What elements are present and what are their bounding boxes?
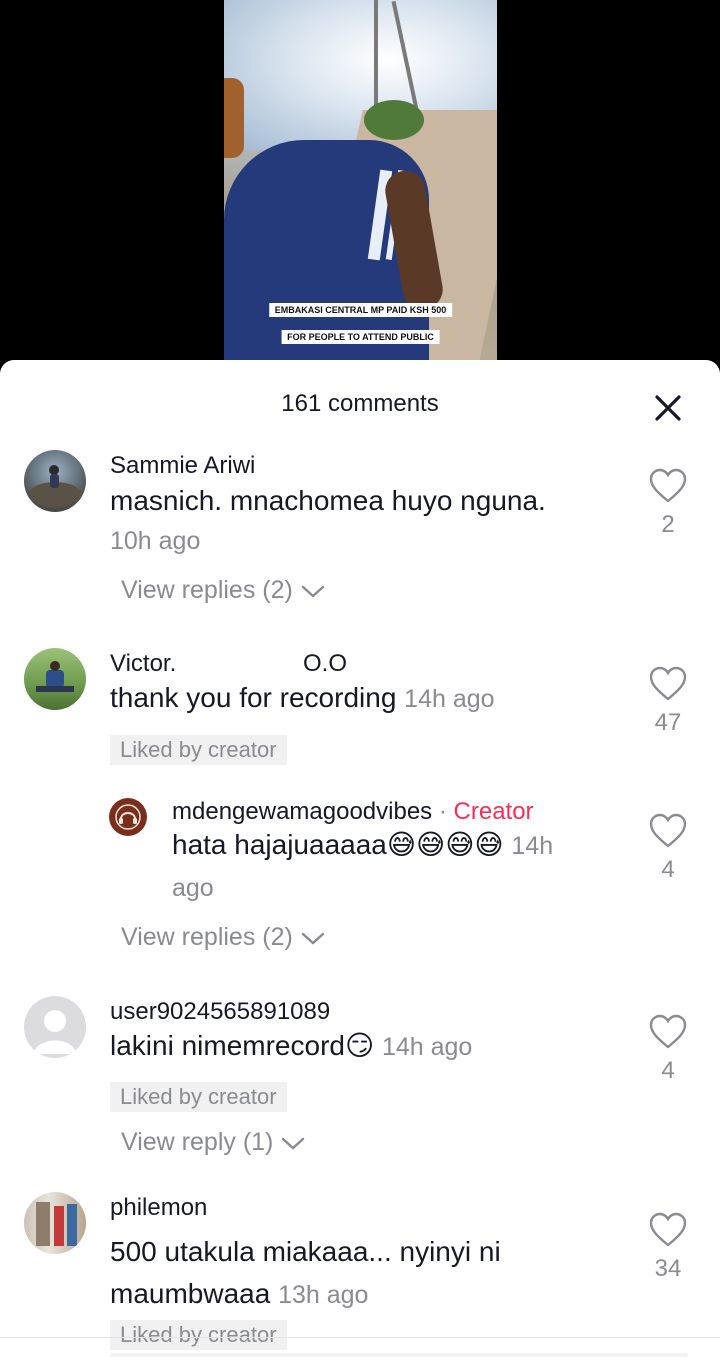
video-player[interactable]: EMBAKASI CENTRAL MP PAID KSH 500 FOR PEO… — [0, 0, 720, 380]
like-button[interactable]: 4 — [648, 1014, 688, 1085]
comment-text-line: lakini nimemrecord😏 14h ago — [110, 1025, 472, 1068]
reply-avatar[interactable] — [109, 798, 147, 836]
view-replies-button[interactable]: View replies (2) — [121, 923, 326, 952]
liked-by-creator-badge: Liked by creator — [110, 1320, 287, 1350]
reply-text-line: hata hajajuaaaaa😅😅😅😅 14h — [172, 824, 553, 867]
reply-time-cont: ago — [172, 874, 214, 902]
like-button[interactable]: 2 — [648, 468, 688, 539]
comment-username[interactable]: Sammie Ariwi — [110, 452, 255, 480]
view-replies-label: View reply (1) — [121, 1128, 274, 1156]
reply-username[interactable]: mdengewamagoodvibes — [172, 798, 432, 825]
view-replies-label: View replies (2) — [121, 576, 293, 604]
avatar-image — [36, 1202, 77, 1246]
heart-icon — [649, 468, 687, 503]
view-replies-label: View replies (2) — [121, 923, 293, 951]
comment-text: thank you for recording — [110, 682, 397, 713]
chevron-down-icon — [301, 933, 324, 946]
comments-sheet: 161 comments Sammie Ariwi masnich. mnach… — [0, 360, 720, 1357]
comment-time: 13h ago — [278, 1281, 369, 1309]
comment-text: lakini nimemrecord😏 — [110, 1030, 375, 1061]
reply-text: hata hajajuaaaaa😅😅😅😅 — [172, 829, 504, 860]
video-frame[interactable]: EMBAKASI CENTRAL MP PAID KSH 500 FOR PEO… — [224, 0, 497, 380]
liked-by-creator-badge: Liked by creator — [110, 735, 287, 765]
comment-text-line: thank you for recording 14h ago — [110, 677, 495, 720]
close-button[interactable] — [650, 390, 686, 426]
comment-input[interactable] — [110, 1353, 688, 1357]
comment-time: 14h ago — [381, 1033, 473, 1061]
comment-time: 14h ago — [404, 685, 495, 713]
reply-username-line: mdengewamagoodvibes · Creator — [172, 798, 534, 826]
video-caption-line1: EMBAKASI CENTRAL MP PAID KSH 500 — [268, 303, 453, 317]
avatar-image — [36, 661, 74, 692]
reply-time: 14h — [511, 832, 554, 860]
comment-text-cont: maumbwaaa — [110, 1278, 271, 1309]
like-button[interactable]: 47 — [648, 666, 688, 737]
video-tree — [364, 100, 424, 140]
comment-time: 10h ago — [110, 527, 201, 555]
default-avatar-icon — [34, 1010, 76, 1054]
headphones-icon — [115, 804, 141, 830]
avatar[interactable] — [24, 1192, 86, 1254]
video-hair — [224, 78, 244, 158]
heart-icon — [649, 1014, 687, 1049]
heart-icon — [649, 1212, 687, 1247]
chevron-down-icon — [301, 586, 324, 599]
heart-icon — [649, 666, 687, 701]
view-replies-button[interactable]: View reply (1) — [121, 1128, 306, 1157]
comment-username[interactable]: philemon — [110, 1194, 207, 1222]
like-count: 4 — [661, 1057, 675, 1084]
avatar[interactable] — [24, 648, 86, 710]
creator-label: Creator — [453, 798, 534, 825]
comment-text: 500 utakula miakaaa... nyinyi ni — [110, 1236, 501, 1267]
view-replies-button[interactable]: View replies (2) — [121, 576, 326, 605]
heart-icon — [649, 813, 687, 848]
comment-text-line: maumbwaaa 13h ago — [110, 1273, 368, 1316]
like-count: 4 — [661, 856, 675, 883]
comment-username-suffix: O.O — [303, 650, 348, 677]
comment-username[interactable]: Victor. — [110, 650, 176, 678]
like-count: 47 — [654, 709, 682, 736]
avatar[interactable] — [24, 996, 86, 1058]
like-count: 2 — [661, 511, 675, 538]
avatar[interactable] — [24, 450, 86, 512]
comment-input-divider — [0, 1337, 720, 1338]
like-count: 34 — [654, 1255, 682, 1282]
liked-by-creator-badge: Liked by creator — [110, 1082, 287, 1112]
avatar-image — [29, 465, 81, 506]
like-button[interactable]: 4 — [648, 813, 688, 884]
video-caption-line2: FOR PEOPLE TO ATTEND PUBLIC — [281, 330, 440, 344]
chevron-down-icon — [282, 1138, 305, 1151]
separator-dot: · — [438, 798, 447, 825]
comments-count-title: 161 comments — [281, 390, 439, 417]
like-button[interactable]: 34 — [648, 1212, 688, 1283]
close-icon — [655, 395, 681, 421]
comment-text: masnich. mnachomea huyo nguna. — [110, 485, 546, 516]
comment-username[interactable]: user9024565891089 — [110, 998, 330, 1026]
